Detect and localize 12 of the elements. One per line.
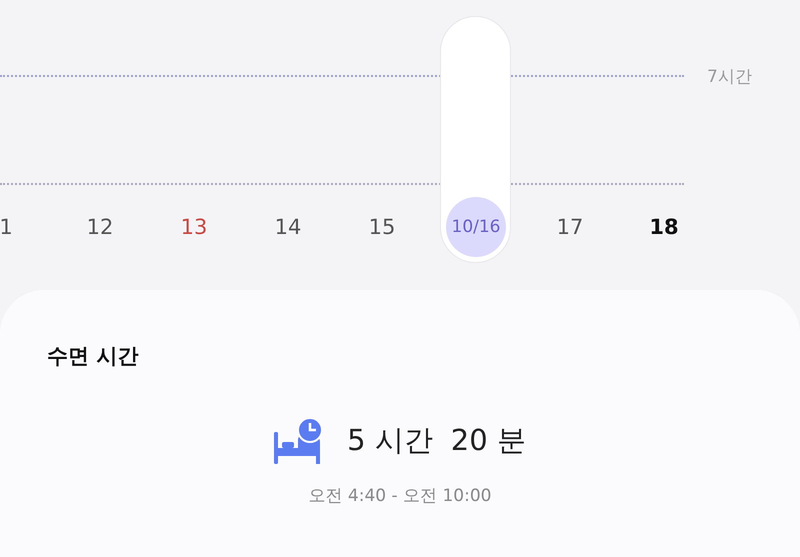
card-title: 수면 시간 [47, 343, 140, 370]
day-label[interactable]: 12 [86, 215, 114, 239]
day-label[interactable]: 15 [368, 215, 396, 239]
duration-minutes: 20 분 [450, 422, 526, 459]
goal-label: 7시간 [707, 66, 752, 88]
duration-hours: 5 시간 [347, 422, 433, 459]
day-label[interactable]: 17 [556, 215, 584, 239]
time-range: 오전 4:40 - 오전 10:00 [308, 485, 492, 507]
day-label[interactable]: 13 [180, 215, 208, 239]
day-label[interactable]: 18 [649, 215, 679, 239]
day-label[interactable]: 14 [274, 215, 302, 239]
day-label[interactable]: 1 [0, 215, 13, 239]
